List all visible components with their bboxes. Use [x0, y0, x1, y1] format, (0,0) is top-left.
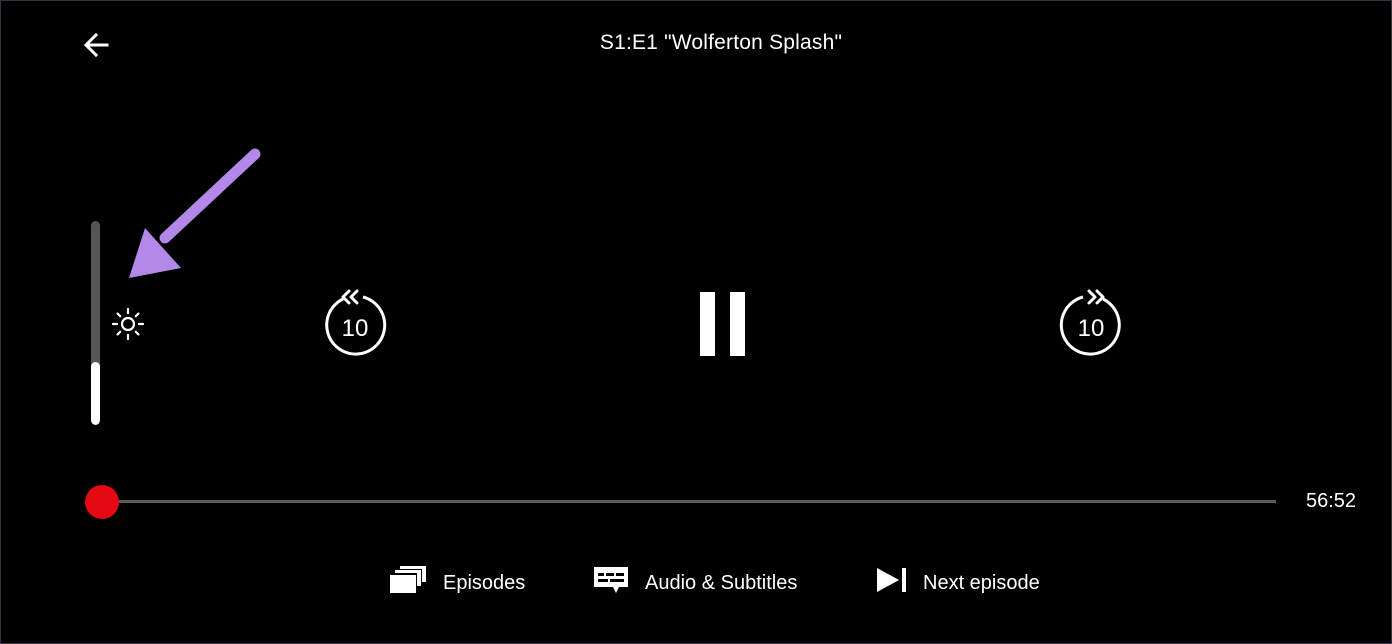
progress-bar[interactable] [101, 500, 1276, 503]
sun-icon [111, 307, 145, 341]
episodes-label: Episodes [443, 571, 526, 594]
pause-icon [700, 292, 745, 356]
audio-subtitles-button[interactable]: Audio & Subtitles [591, 561, 797, 605]
pause-button[interactable] [697, 289, 749, 359]
episodes-stack-icon [387, 565, 429, 601]
annotation-arrow [129, 148, 261, 278]
forward-seconds: 10 [1078, 315, 1105, 342]
audio-subtitles-label: Audio & Subtitles [645, 571, 798, 594]
brightness-icon-wrapper [109, 305, 147, 343]
brightness-level [91, 361, 100, 425]
rewind-10-icon: 10 [325, 289, 387, 356]
next-episode-label: Next episode [923, 571, 1040, 594]
scrubber-handle[interactable] [85, 485, 119, 519]
episode-title: S1:E1 "Wolferton Splash" [599, 31, 843, 54]
next-episode-button[interactable]: Next episode [873, 561, 1040, 605]
rewind-seconds: 10 [342, 315, 369, 342]
rewind-10-button[interactable]: 10 [319, 286, 391, 362]
forward-10-icon: 10 [1059, 289, 1121, 356]
time-remaining: 56:52 [1305, 490, 1357, 512]
forward-10-button[interactable]: 10 [1055, 286, 1127, 362]
subtitles-icon [591, 564, 631, 602]
brightness-slider[interactable] [91, 221, 100, 425]
skip-next-icon [873, 565, 909, 601]
episodes-button[interactable]: Episodes [387, 561, 525, 605]
